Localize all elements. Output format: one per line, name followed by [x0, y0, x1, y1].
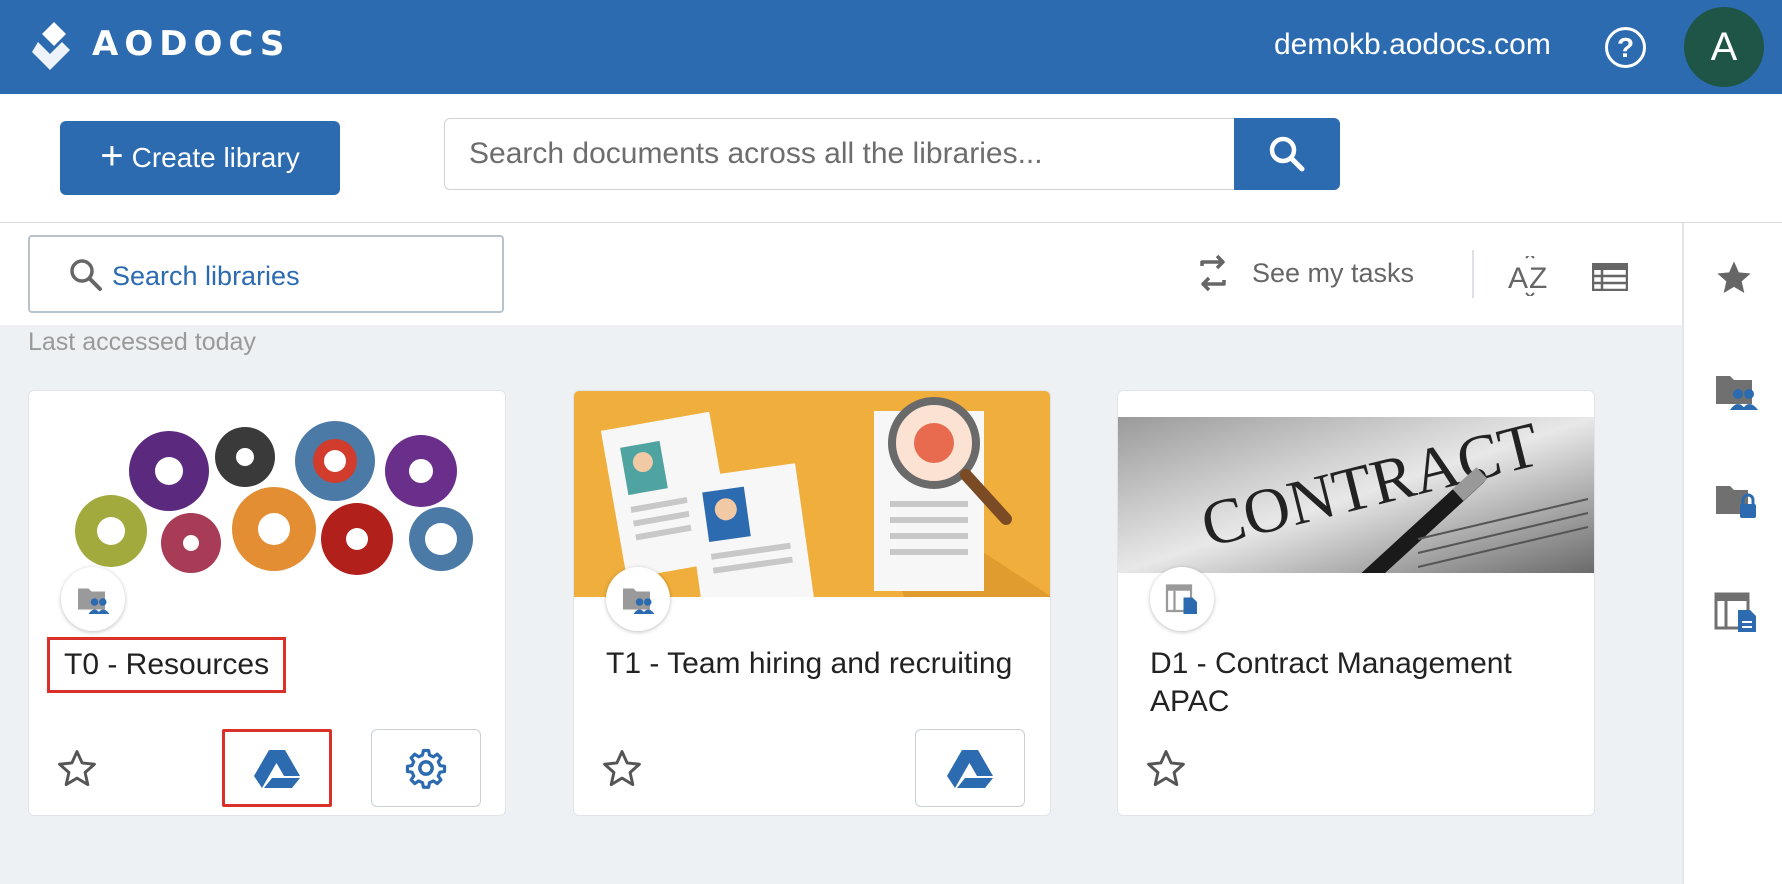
- svg-text:A: A: [1508, 262, 1528, 295]
- create-library-label: Create library: [131, 142, 300, 173]
- search-libraries-input[interactable]: Search libraries: [28, 235, 504, 313]
- google-drive-icon: [254, 750, 300, 788]
- star-outline-icon[interactable]: [600, 747, 644, 791]
- secured-folder-icon[interactable]: [1714, 480, 1758, 520]
- search-libraries-placeholder: Search libraries: [112, 261, 300, 291]
- team-folder-icon: [623, 588, 655, 614]
- help-button[interactable]: ?: [1605, 27, 1646, 68]
- avatar[interactable]: A: [1684, 7, 1764, 87]
- team-folder-icon[interactable]: [1714, 370, 1758, 410]
- library-banner: [574, 391, 1050, 597]
- search-icon: [70, 259, 102, 291]
- sync-icon: [1200, 254, 1226, 292]
- google-drive-icon: [947, 750, 993, 788]
- search-icon: [1269, 136, 1305, 172]
- star-outline-icon[interactable]: [1144, 747, 1188, 791]
- open-in-drive-button[interactable]: [915, 729, 1025, 807]
- list-view-icon[interactable]: [1592, 263, 1628, 291]
- see-my-tasks-button[interactable]: See my tasks: [1196, 252, 1414, 294]
- brand-name[interactable]: AODOCS: [92, 24, 290, 64]
- document-search-input[interactable]: [444, 118, 1235, 190]
- top-bar: AODOCS demokb.aodocs.com ? A: [0, 0, 1782, 94]
- star-outline-icon[interactable]: [55, 747, 99, 791]
- library-banner: [29, 391, 505, 597]
- library-type-badge: [606, 567, 670, 631]
- document-management-icon: [1165, 584, 1197, 614]
- team-folder-icon: [78, 588, 110, 614]
- open-in-drive-button[interactable]: [222, 729, 332, 807]
- library-title[interactable]: D1 - Contract Management APAC: [1150, 645, 1570, 721]
- plus-icon: +: [100, 134, 124, 178]
- sort-az-icon[interactable]: A Z: [1508, 256, 1552, 296]
- right-rail: [1682, 223, 1782, 884]
- contract-banner-image: CONTRACT: [1118, 417, 1594, 573]
- library-settings-button[interactable]: [371, 729, 481, 807]
- gear-icon: [405, 748, 447, 789]
- library-type-badge: [1150, 567, 1214, 631]
- star-icon[interactable]: [1714, 258, 1754, 298]
- toolbar-separator: [1472, 250, 1474, 298]
- create-library-button[interactable]: + Create library: [60, 121, 340, 195]
- see-my-tasks-label: See my tasks: [1252, 257, 1415, 288]
- library-card[interactable]: T1 - Team hiring and recruiting: [573, 390, 1051, 816]
- recruiting-banner-image: [574, 391, 1050, 597]
- library-card[interactable]: T0 - Resources: [28, 390, 506, 816]
- aodocs-logo-icon[interactable]: [32, 22, 72, 72]
- document-search-button[interactable]: [1234, 118, 1340, 190]
- library-title[interactable]: T1 - Team hiring and recruiting: [606, 645, 1026, 683]
- gears-banner-image: [75, 421, 473, 575]
- section-heading: Last accessed today: [28, 328, 256, 356]
- domain-label: demokb.aodocs.com: [1274, 28, 1551, 61]
- document-management-icon[interactable]: [1714, 592, 1758, 632]
- library-banner: CONTRACT: [1118, 417, 1594, 573]
- library-type-badge: [61, 567, 125, 631]
- svg-text:Z: Z: [1529, 262, 1547, 295]
- library-title[interactable]: T0 - Resources: [47, 637, 287, 693]
- library-card[interactable]: CONTRACT D1 - Contract Management APAC: [1117, 390, 1595, 816]
